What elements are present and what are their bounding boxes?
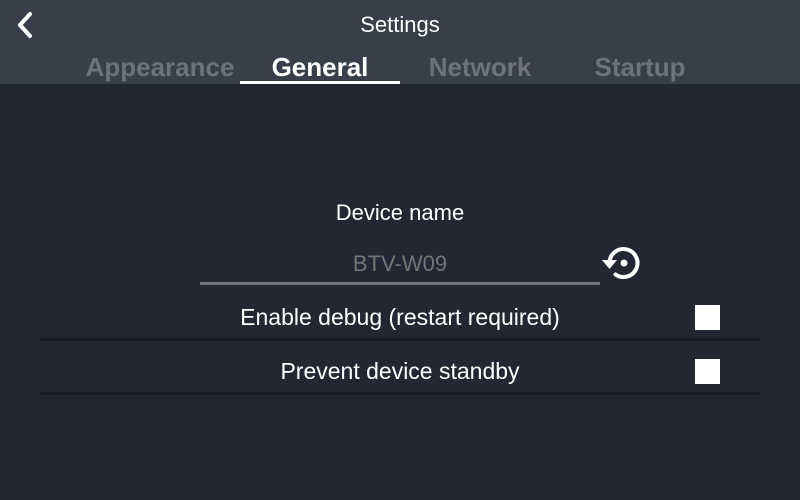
restore-icon <box>602 247 640 279</box>
row-divider <box>40 338 760 341</box>
tab-startup[interactable]: Startup <box>560 50 720 84</box>
enable-debug-label: Enable debug (restart required) <box>240 304 560 330</box>
prevent-standby-label: Prevent device standby <box>280 358 520 384</box>
device-name-input[interactable] <box>200 246 600 285</box>
page-title: Settings <box>360 12 440 37</box>
tab-appearance[interactable]: Appearance <box>80 50 240 84</box>
device-name-label: Device name <box>335 200 465 225</box>
active-tab-indicator <box>240 81 400 84</box>
tab-general[interactable]: General <box>240 50 400 84</box>
prevent-standby-checkbox[interactable] <box>695 359 720 384</box>
row-divider <box>40 392 760 395</box>
app-header: Settings Appearance General Network Star… <box>0 0 800 84</box>
enable-debug-checkbox[interactable] <box>695 305 720 330</box>
tab-network[interactable]: Network <box>400 50 560 84</box>
reset-device-name-button[interactable] <box>599 243 645 283</box>
